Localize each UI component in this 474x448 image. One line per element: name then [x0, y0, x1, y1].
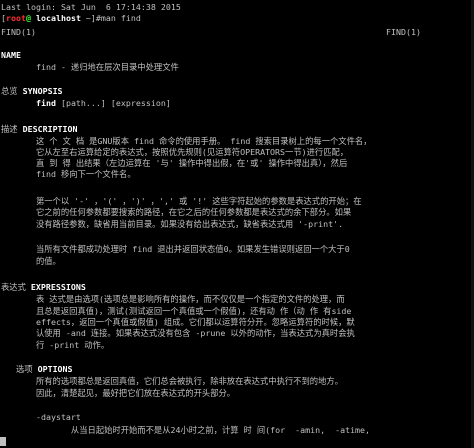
- terminal-window[interactable]: Last login: Sat Jun 6 17:14:38 2015 [roo…: [0, 0, 474, 448]
- synopsis-heading-line: 总览 SYNOPSIS: [1, 86, 63, 96]
- prompt-host: localhost: [30, 13, 81, 23]
- synopsis-args: [path...] [expression]: [55, 98, 171, 108]
- description-line: 的值。: [1, 256, 61, 266]
- description-heading-line: 描述 DESCRIPTION: [1, 124, 78, 134]
- expressions-line: effects，返回一个真值或假值) 组成。它们都以运算符分开。忽略运算符的时候…: [1, 317, 355, 327]
- synopsis-indent: [1, 98, 36, 108]
- description-line: 当所有文件都成功处理时 find 退出并返回状态值0。如果发生错误则返回一个大于…: [1, 244, 350, 254]
- options-line: 因此，清楚起见，最好把它们放在表达式的开头部分。: [1, 388, 236, 398]
- expressions-line: 且总是返回真值)，测试(测试返回一个真值或一个假值)，还有动 作（动 作 有si…: [1, 306, 352, 316]
- man-header-right: FIND(1): [386, 27, 421, 37]
- expressions-label: 表达式: [1, 282, 31, 292]
- daystart-description: 从当日起始时开始而不是从24小时之前，计算 时 间(for -amin, -at…: [1, 425, 371, 435]
- name-text: find - 递归地在层次目录中处理文件: [1, 62, 179, 72]
- last-login-line: Last login: Sat Jun 6 17:14:38 2015: [1, 2, 181, 12]
- description-line: 没有路径参数，缺省用当前目录。如果没有给出表达式，缺省表达式用 '-print'…: [1, 219, 344, 229]
- description-heading: DESCRIPTION: [22, 124, 78, 134]
- expressions-line: 认使用 -and 连接。如果表达式没有包含 -prune 以外的动作，当表达式为…: [1, 328, 355, 338]
- shell-prompt-line: [root@ localhost ~]#man find: [1, 13, 141, 23]
- command-text: man find: [100, 13, 141, 23]
- description-line: find 移向下一个文件名。: [1, 169, 136, 179]
- description-line: 这 个 文 档 是GNU版本 find 命令的使用手册。 find 搜索目录树上…: [1, 136, 372, 146]
- description-line: 它从左至右运算给定的表达式，按照优先规则(见运算符OPERATORS一节)进行匹…: [1, 147, 349, 157]
- options-line: 所有的选项都总是返回真值，它们总会被执行，除非放在表达式中执行不到的地方。: [1, 376, 343, 386]
- synopsis-command: find: [35, 98, 56, 108]
- description-line: 直 到 得 出结果（左边运算在 '与' 操作中得出假，在'或' 操作中得出真），…: [1, 158, 348, 168]
- prompt-user: root: [6, 13, 26, 23]
- synopsis-label: 总览: [1, 86, 23, 96]
- options-heading: OPTIONS: [37, 364, 73, 374]
- daystart-option: -daystart: [1, 412, 81, 422]
- expressions-line: 表 达式是由选项(选项总是影响所有的操作，而不仅仅是一个指定的文件的处理，而: [1, 294, 345, 304]
- prompt-bracket-close: ~]#: [80, 13, 101, 23]
- options-label: 选项: [1, 364, 38, 374]
- terminal-cursor: [0, 437, 6, 446]
- expressions-heading: EXPRESSIONS: [30, 282, 86, 292]
- options-heading-line: 选项 OPTIONS: [1, 364, 73, 374]
- description-line: 它之前的任何参数都要搜索的路径，在它之后的任何参数都是表达式的余下部分。如果: [1, 207, 352, 217]
- synopsis-heading: SYNOPSIS: [22, 86, 63, 96]
- description-line: 第一个以 '-' ，'(' ，')' ，',' 或 '!' 这些字符起始的参数是…: [1, 196, 362, 206]
- man-header-left: FIND(1): [1, 27, 36, 37]
- expressions-heading-line: 表达式 EXPRESSIONS: [1, 282, 86, 292]
- name-heading: NAME: [1, 50, 21, 60]
- expressions-line: 行 -print 动作。: [1, 340, 110, 350]
- synopsis-line: find [path...] [expression]: [1, 98, 171, 108]
- description-label: 描述: [1, 124, 23, 134]
